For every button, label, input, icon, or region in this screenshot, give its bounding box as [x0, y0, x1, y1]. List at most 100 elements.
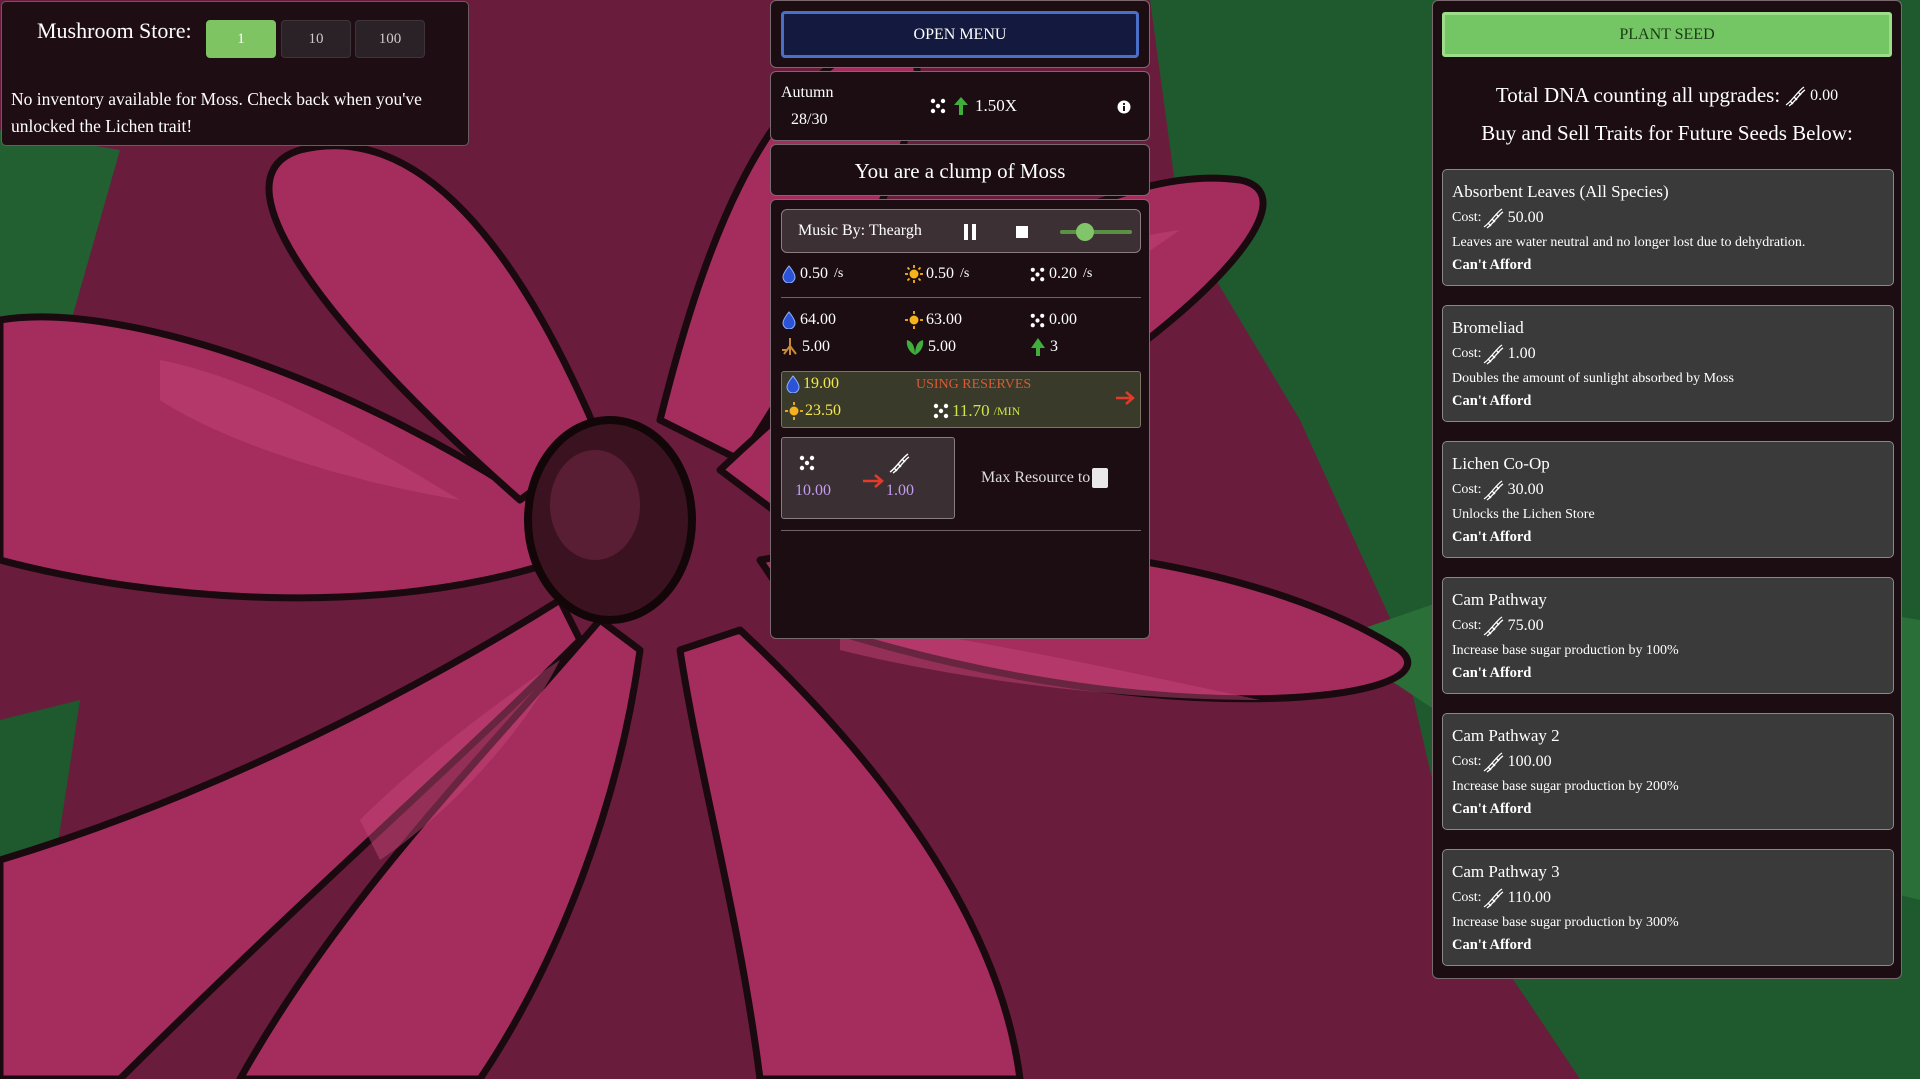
cost-label: Cost:: [1452, 890, 1482, 905]
cost-label: Cost:: [1452, 754, 1482, 769]
dna-dots-icon: [933, 403, 949, 419]
trait-name: Bromeliad: [1452, 318, 1524, 337]
dna-dots-icon: [799, 455, 815, 471]
total-dna-display: Total DNA counting all upgrades: 0.00: [1433, 83, 1901, 108]
dna-helix-icon: [1483, 888, 1503, 909]
trait-status[interactable]: Can't Afford: [1452, 257, 1531, 274]
qty-10-button[interactable]: 10: [281, 20, 351, 58]
using-reserves-label: USING RESERVES: [916, 377, 1032, 392]
multiplier-value: 1.50X: [975, 96, 1018, 115]
max-resource-checkbox[interactable]: [1092, 468, 1109, 488]
trait-cost: Cost: 30.00: [1452, 479, 1544, 501]
roots-total: 5.00: [781, 338, 830, 356]
cost-value: 100.00: [1507, 753, 1552, 770]
trait-card[interactable]: Lichen Co-Op Cost: 30.00 Unlocks the Lichen…: [1442, 441, 1894, 558]
trait-status[interactable]: Can't Afford: [1452, 801, 1531, 818]
cost-label: Cost:: [1452, 618, 1482, 633]
cost-value: 50.00: [1507, 209, 1544, 226]
dna-helix-icon: [1483, 752, 1503, 773]
pause-icon[interactable]: [963, 224, 977, 240]
total-dna-label: Total DNA counting all upgrades:: [1495, 83, 1781, 107]
trait-name: Cam Pathway: [1452, 590, 1547, 609]
identity-panel: You are a clump of Moss: [770, 144, 1150, 196]
species-identity: You are a clump of Moss: [854, 159, 1066, 183]
water-rate: 0.50/s: [781, 265, 843, 283]
mushroom-store-title: Mushroom Store:: [37, 18, 192, 43]
trait-name: Cam Pathway 3: [1452, 862, 1560, 881]
volume-slider[interactable]: [1060, 230, 1132, 234]
reserve-sun: 23.50: [785, 402, 841, 420]
dna-dots-icon: [1030, 313, 1045, 327]
qty-1-button[interactable]: 1: [206, 20, 276, 58]
trait-status[interactable]: Can't Afford: [1452, 529, 1531, 546]
volume-slider-handle[interactable]: [1076, 223, 1094, 241]
red-arrow-icon: [1116, 391, 1135, 405]
cost-value: 30.00: [1507, 481, 1544, 498]
trait-status[interactable]: Can't Afford: [1452, 665, 1531, 682]
plant-seed-button[interactable]: PLANT SEED: [1442, 12, 1892, 57]
water-total: 64.00: [781, 311, 836, 329]
trait-cost: Cost: 100.00: [1452, 751, 1552, 773]
leaves-total: 5.00: [905, 338, 956, 356]
water-drop-icon: [786, 375, 800, 393]
converter-output-value: 1.00: [886, 482, 914, 499]
music-credit: Music By: Theargh: [798, 222, 922, 239]
roots-icon: [782, 338, 797, 355]
dna-multiplier: 1.50X: [929, 96, 1017, 116]
water-drop-icon: [782, 265, 796, 283]
up-arrow-icon: [954, 97, 968, 115]
cost-value: 75.00: [1507, 617, 1544, 634]
cost-label: Cost:: [1452, 210, 1482, 225]
max-resource-control[interactable]: Max Resource to: [981, 468, 1109, 488]
trait-cost: Cost: 75.00: [1452, 615, 1544, 637]
trait-name: Lichen Co-Op: [1452, 454, 1550, 473]
dna-dots-icon: [930, 98, 946, 114]
trait-card[interactable]: Cam Pathway 2 Cost: 100.00 Increase base su…: [1442, 713, 1894, 830]
dna-converter[interactable]: 10.00 1.00: [781, 437, 955, 519]
dna-helix-icon: [889, 453, 910, 474]
traits-panel: PLANT SEED Total DNA counting all upgrad…: [1432, 0, 1902, 979]
sun-icon: [785, 402, 803, 420]
open-menu-button[interactable]: OPEN MENU: [781, 11, 1139, 58]
qty-100-button[interactable]: 100: [355, 20, 425, 58]
tree-icon: [1031, 338, 1045, 356]
trait-name: Absorbent Leaves (All Species): [1452, 182, 1669, 201]
stop-icon[interactable]: [1016, 226, 1028, 238]
water-drop-icon: [782, 311, 796, 329]
season-name: Autumn: [781, 84, 834, 101]
dna-helix-icon: [1785, 85, 1806, 107]
sun-icon: [905, 311, 923, 329]
cost-value: 110.00: [1507, 889, 1551, 906]
buy-sell-heading: Buy and Sell Traits for Future Seeds Bel…: [1481, 121, 1853, 145]
divider: [781, 530, 1141, 531]
dna-dots-icon: [1030, 267, 1045, 281]
trait-card[interactable]: Absorbent Leaves (All Species) Cost: 50.00…: [1442, 169, 1894, 286]
store-empty-message: No inventory available for Moss. Check b…: [11, 89, 422, 136]
cost-label: Cost:: [1452, 346, 1482, 361]
dna-helix-icon: [1483, 616, 1503, 637]
total-dna-value: 0.00: [1810, 86, 1839, 104]
trees-total: 3: [1029, 338, 1058, 356]
trait-cost: Cost: 50.00: [1452, 207, 1544, 229]
trait-status[interactable]: Can't Afford: [1452, 937, 1531, 954]
reserve-water: 19.00: [785, 375, 839, 393]
trait-description: Unlocks the Lichen Store: [1452, 507, 1595, 522]
sun-total: 63.00: [905, 311, 962, 329]
center-column: OPEN MENU Autumn 28/30 1.50X You are a c…: [770, 0, 1150, 639]
reserves-bar[interactable]: 19.00 23.50 USING RESERVES 11.70/MIN: [781, 371, 1141, 428]
trait-card[interactable]: Bromeliad Cost: 1.00 Doubles the amount of …: [1442, 305, 1894, 422]
cost-label: Cost:: [1452, 482, 1482, 497]
sun-rate: 0.50/s: [905, 265, 969, 283]
trait-description: Doubles the amount of sunlight absorbed …: [1452, 371, 1734, 386]
trait-card[interactable]: Cam Pathway Cost: 75.00 Increase base sugar…: [1442, 577, 1894, 694]
trait-name: Cam Pathway 2: [1452, 726, 1560, 745]
dna-rate: 0.20/s: [1029, 265, 1092, 283]
trait-description: Leaves are water neutral and no longer l…: [1452, 235, 1806, 250]
mushroom-store-panel: Mushroom Store: 1 10 100 No inventory av…: [1, 1, 469, 146]
info-icon[interactable]: [1117, 100, 1131, 114]
menu-container: OPEN MENU: [770, 0, 1150, 68]
trait-card[interactable]: Cam Pathway 3 Cost: 110.00 Increase base su…: [1442, 849, 1894, 966]
trait-status[interactable]: Can't Afford: [1452, 393, 1531, 410]
cost-value: 1.00: [1507, 345, 1536, 362]
resources-panel: Music By: Theargh 0.50/s 0.50/s 0.20/s 6…: [770, 199, 1150, 639]
